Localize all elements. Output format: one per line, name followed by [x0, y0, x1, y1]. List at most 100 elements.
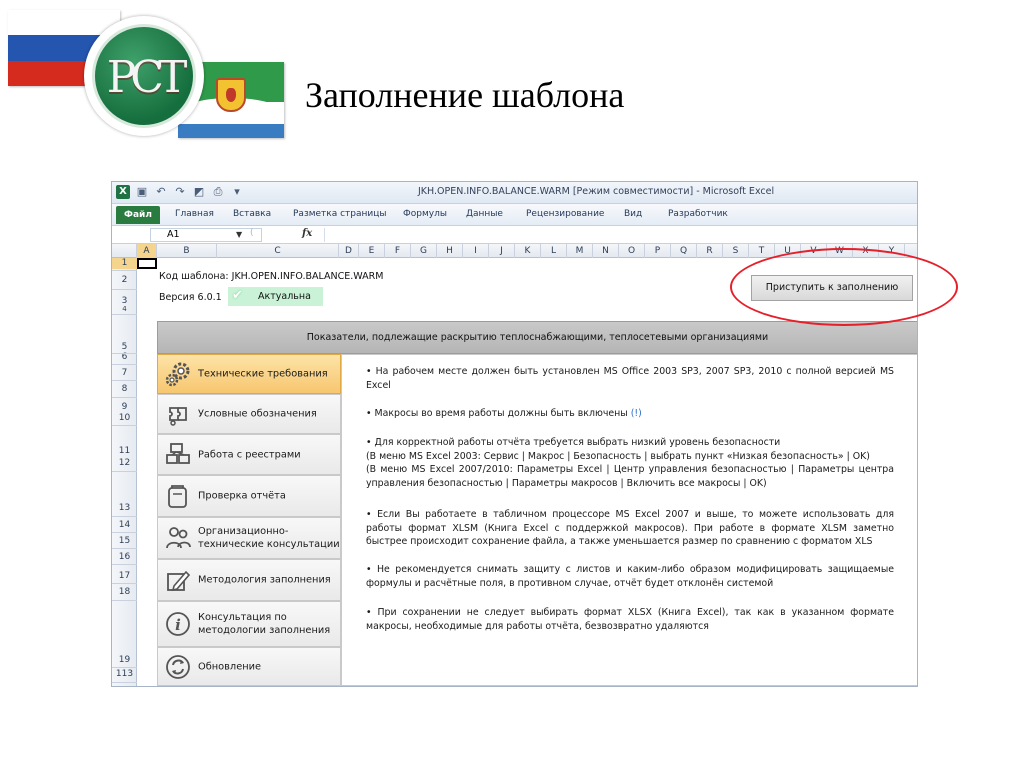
row-header[interactable]: 5: [112, 342, 137, 352]
column-header[interactable]: K: [515, 244, 541, 258]
row-header[interactable]: 2: [112, 275, 137, 285]
chart-icon[interactable]: ◩: [192, 185, 206, 199]
row-header[interactable]: 13: [112, 503, 137, 513]
requirement-security: • Для корректной работы отчёта требуется…: [366, 437, 894, 489]
column-header[interactable]: B: [157, 244, 217, 258]
redo-icon[interactable]: ↷: [173, 185, 187, 199]
column-header[interactable]: W: [827, 244, 853, 258]
chevron-down-icon[interactable]: ▼: [236, 230, 242, 239]
row-header[interactable]: 18: [112, 587, 137, 597]
row-header[interactable]: 16: [112, 552, 137, 562]
column-header[interactable]: D: [339, 244, 359, 258]
tab-developer[interactable]: Разработчик: [668, 209, 728, 219]
tab-review[interactable]: Рецензирование: [526, 209, 604, 219]
column-header[interactable]: H: [437, 244, 463, 258]
row-header[interactable]: 11: [112, 446, 137, 456]
print-icon[interactable]: ⎙: [211, 185, 225, 199]
template-code: Код шаблона: JKH.OPEN.INFO.BALANCE.WARM: [159, 271, 384, 282]
column-header[interactable]: C: [217, 244, 339, 258]
window-title: JKH.OPEN.INFO.BALANCE.WARM [Режим совмес…: [418, 186, 775, 197]
report-check-icon: [168, 485, 187, 508]
formula-bar: A1 ▼ ( fx: [112, 226, 917, 244]
nav-item-update[interactable]: Обновление: [157, 647, 341, 686]
row-header[interactable]: 12: [112, 458, 137, 468]
requirement-macros: • Макросы во время работы должны быть вк…: [366, 408, 642, 419]
template-version: Версия 6.0.1: [159, 292, 222, 303]
row-header[interactable]: 7: [112, 368, 137, 378]
column-header[interactable]: X: [853, 244, 879, 258]
worksheet-grid[interactable]: Код шаблона: JKH.OPEN.INFO.BALANCE.WARM …: [137, 258, 917, 686]
people-icon: [166, 527, 191, 549]
column-header[interactable]: I: [463, 244, 489, 258]
slide-title: Заполнение шаблона: [305, 75, 625, 115]
nav-item-technical-requirements[interactable]: Технические требования: [157, 354, 341, 394]
pencil-icon: [167, 570, 191, 592]
column-header[interactable]: V: [801, 244, 827, 258]
column-header[interactable]: F: [385, 244, 411, 258]
warning-mark: (!): [630, 408, 642, 419]
row-header[interactable]: 8: [112, 384, 137, 394]
tab-file[interactable]: Файл: [116, 206, 160, 224]
column-header[interactable]: Y: [879, 244, 905, 258]
status-badge: ✔ Актуальна: [228, 287, 323, 306]
nav-item-legend[interactable]: Условные обозначения: [157, 394, 341, 434]
formula-cancel-icon: (: [250, 228, 254, 238]
legend-icon: [169, 407, 187, 426]
undo-icon[interactable]: ↶: [154, 185, 168, 199]
nav-item-methodology-consultation[interactable]: i Консультация по методологии заполнения: [157, 601, 341, 647]
column-header[interactable]: E: [359, 244, 385, 258]
column-header[interactable]: Q: [671, 244, 697, 258]
column-header[interactable]: S: [723, 244, 749, 258]
tab-home[interactable]: Главная: [175, 209, 214, 219]
save-icon[interactable]: ▣: [135, 185, 149, 199]
fx-icon[interactable]: fx: [302, 228, 312, 239]
nav-item-registries[interactable]: Работа с реестрами: [157, 434, 341, 475]
registry-icon: [166, 442, 190, 464]
row-header[interactable]: 10: [112, 413, 137, 423]
column-headers: A B C D E F G H I J K L M N O P Q R S T …: [112, 244, 917, 258]
select-all-corner[interactable]: [112, 244, 137, 258]
column-header[interactable]: R: [697, 244, 723, 258]
column-header[interactable]: M: [567, 244, 593, 258]
nav-item-report-check[interactable]: Проверка отчёта: [157, 475, 341, 517]
active-cell-a1[interactable]: [137, 258, 157, 269]
column-header[interactable]: U: [775, 244, 801, 258]
coat-of-arms-icon: [216, 78, 246, 112]
column-header[interactable]: P: [645, 244, 671, 258]
row-header[interactable]: 4: [112, 304, 137, 314]
column-header[interactable]: G: [411, 244, 437, 258]
requirement-xlsx: • При сохранении не следует выбирать фор…: [366, 607, 894, 632]
tab-data[interactable]: Данные: [466, 209, 503, 219]
row-header[interactable]: 19: [112, 655, 137, 665]
requirement-protection: • Не рекомендуется снимать защиту с лист…: [366, 564, 894, 589]
refresh-icon: [166, 654, 190, 679]
formula-input[interactable]: [324, 228, 915, 242]
row-header[interactable]: 113: [112, 669, 137, 679]
column-header[interactable]: L: [541, 244, 567, 258]
row-header[interactable]: 15: [112, 536, 137, 546]
customize-toolbar-icon[interactable]: ▾: [230, 185, 244, 199]
ribbon-tabs: Файл Главная Вставка Разметка страницы Ф…: [112, 204, 917, 226]
row-header[interactable]: 1: [112, 258, 137, 269]
tab-page-layout[interactable]: Разметка страницы: [293, 209, 387, 219]
column-header[interactable]: A: [137, 244, 157, 258]
nav-list: Технические требования Условные обозначе…: [157, 354, 341, 686]
name-box[interactable]: A1: [150, 228, 262, 242]
nav-item-methodology[interactable]: Методология заполнения: [157, 559, 341, 601]
row-header[interactable]: 9: [112, 402, 137, 412]
nav-item-consultations[interactable]: Организационно-технические консультации: [157, 517, 341, 559]
row-header[interactable]: 17: [112, 571, 137, 581]
column-header[interactable]: N: [593, 244, 619, 258]
tab-formulas[interactable]: Формулы: [403, 209, 447, 219]
tab-insert[interactable]: Вставка: [233, 209, 271, 219]
tab-view[interactable]: Вид: [624, 209, 642, 219]
rst-logo: РСТ РСТ: [84, 16, 204, 136]
row-header[interactable]: 14: [112, 520, 137, 530]
excel-window: X ▣ ↶ ↷ ◩ ⎙ ▾ JKH.OPEN.INFO.BALANCE.WARM…: [111, 181, 918, 687]
excel-app-icon[interactable]: X: [116, 185, 130, 199]
column-header[interactable]: J: [489, 244, 515, 258]
panel-title: Показатели, подлежащие раскрытию теплосн…: [157, 321, 917, 354]
start-filling-button[interactable]: Приступить к заполнению: [751, 275, 913, 301]
column-header[interactable]: T: [749, 244, 775, 258]
column-header[interactable]: O: [619, 244, 645, 258]
